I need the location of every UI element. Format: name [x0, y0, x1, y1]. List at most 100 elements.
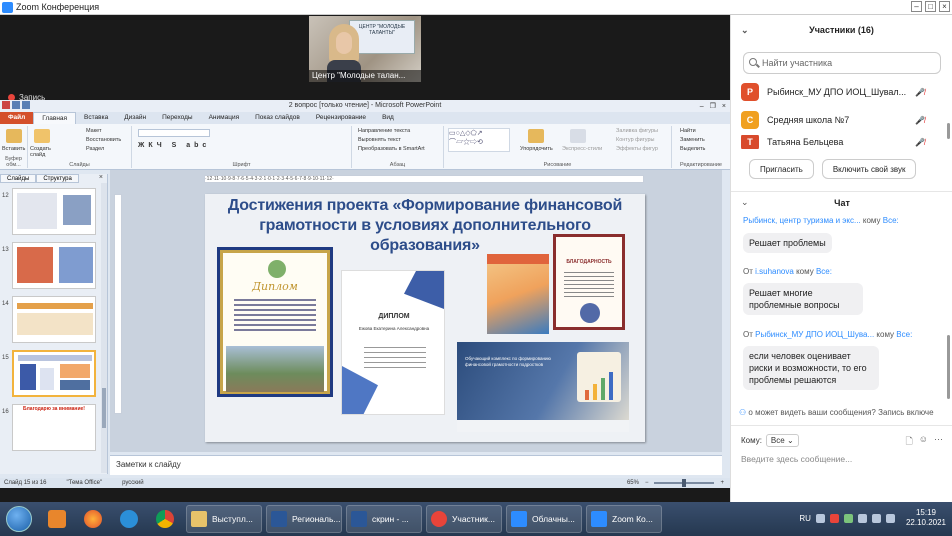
maximize-icon[interactable]: □ — [925, 1, 936, 12]
slides-panel-scrollbar[interactable] — [101, 183, 107, 473]
panel-close-icon[interactable]: × — [99, 174, 103, 181]
file-icon[interactable]: 🗋 — [906, 434, 913, 450]
tab-slides[interactable]: Слайды — [0, 174, 37, 183]
clock[interactable]: 15:19 22.10.2021 — [906, 508, 946, 528]
media-player-icon[interactable] — [42, 505, 72, 533]
ppt-restore-icon[interactable]: ❐ — [710, 101, 716, 113]
chat-scrollbar[interactable] — [947, 335, 950, 399]
tab-file[interactable]: Файл — [0, 112, 34, 124]
minimize-icon[interactable]: – — [911, 1, 922, 12]
shape-effects-button[interactable]: Эффекты фигур — [616, 146, 658, 152]
chevron-down-icon[interactable]: ⌄ — [741, 25, 749, 36]
network-icon[interactable] — [871, 513, 881, 523]
reset-button[interactable]: Восстановить — [86, 137, 121, 143]
chat-sender[interactable]: i.suhanova — [755, 267, 794, 276]
participants-scrollbar[interactable] — [947, 123, 950, 139]
tray-icon[interactable] — [843, 513, 853, 523]
volume-icon[interactable] — [885, 513, 895, 523]
paste-button[interactable]: Вставить — [2, 146, 25, 152]
text-direction-button[interactable]: Направление текста — [358, 128, 410, 134]
tab-insert[interactable]: Вставка — [76, 112, 116, 124]
taskbar-item[interactable]: Облачны... — [506, 505, 582, 533]
tab-design[interactable]: Дизайн — [116, 112, 154, 124]
clock-date: 22.10.2021 — [905, 518, 946, 527]
slide-thumbnail[interactable] — [12, 296, 96, 343]
editing-group-label: Редактирование — [680, 162, 722, 168]
taskbar-item[interactable]: Региональ... — [266, 505, 342, 533]
chat-visibility-note[interactable]: ⚇ о может видеть ваши сообщения? Запись … — [739, 408, 949, 417]
tab-transitions[interactable]: Переходы — [154, 112, 201, 124]
video-tile[interactable]: ЦЕНТР "МОЛОДЫЕ ТАЛАНТЫ" Центр "Молодые т… — [309, 16, 421, 82]
shapes-gallery[interactable]: ▭○△◇⬠↗ ⌒▱☆⇨⟲ — [448, 128, 510, 152]
taskbar-item[interactable]: Участник... — [426, 505, 502, 533]
chat-sender[interactable]: Рыбинск_МУ ДПО ИОЦ_Шува... — [755, 330, 874, 339]
skype-icon[interactable] — [114, 505, 144, 533]
zoom-controls: 65% − + — [627, 479, 724, 487]
chat-sender[interactable]: Рыбинск, центр туризма и экс... — [743, 216, 861, 225]
new-slide-icon[interactable] — [34, 129, 50, 143]
participant-row[interactable]: Т Татьяна Бельцева 🎤̸ — [741, 135, 941, 149]
current-slide[interactable]: Достижения проекта «Формирование финансо… — [205, 194, 645, 442]
undo-icon[interactable] — [22, 101, 30, 109]
tab-animation[interactable]: Анимация — [201, 112, 248, 124]
tab-home[interactable]: Главная — [33, 112, 77, 124]
tab-review[interactable]: Рецензирование — [308, 112, 374, 124]
section-button[interactable]: Раздел — [86, 146, 104, 152]
slide-thumbnail[interactable]: Благодарю за внимание! — [12, 404, 96, 451]
chat-message-input[interactable]: Введите здесь сообщение... — [741, 454, 941, 464]
quick-styles-button[interactable]: Экспресс-стили — [562, 146, 602, 152]
slide-thumbnail[interactable] — [12, 188, 96, 235]
tab-outline[interactable]: Структура — [36, 174, 79, 183]
tab-view[interactable]: Вид — [374, 112, 402, 124]
participant-search-input[interactable]: Найти участника — [743, 52, 941, 74]
quick-access-toolbar — [2, 101, 30, 109]
replace-button[interactable]: Заменить — [680, 137, 705, 143]
firefox-icon[interactable] — [78, 505, 108, 533]
start-button[interactable] — [6, 506, 32, 532]
align-text-button[interactable]: Выровнять текст — [358, 137, 401, 143]
tray-icon[interactable] — [857, 513, 867, 523]
slide-thumbnail-selected[interactable] — [12, 350, 96, 397]
diploma-image-2: ДИПЛОМ Ежова Екатерина Александровна — [341, 270, 445, 415]
zoom-slider[interactable] — [654, 479, 715, 487]
taskbar-item[interactable]: скрин - ... — [346, 505, 422, 533]
tray-icon[interactable] — [815, 513, 825, 523]
save-icon[interactable] — [12, 101, 20, 109]
recipient-select[interactable]: Все ⌄ — [765, 434, 799, 447]
layout-button[interactable]: Макет — [86, 128, 102, 134]
taskbar-item[interactable]: Zoom Ко... — [586, 505, 662, 533]
shape-fill-button[interactable]: Заливка фигуры — [616, 128, 658, 134]
arrange-icon[interactable] — [528, 129, 544, 143]
slide-notes[interactable]: Заметки к слайду — [110, 455, 722, 475]
zoom-in-icon[interactable]: + — [720, 480, 724, 486]
chat-compose: Кому: Все ⌄ 🗋 ☺ ⋯ Введите здесь сообщени… — [731, 425, 952, 502]
quick-styles-icon[interactable] — [570, 129, 586, 143]
select-button[interactable]: Выделить — [680, 146, 705, 152]
close-icon[interactable]: × — [939, 1, 950, 12]
language-indicator[interactable]: RU — [799, 514, 811, 523]
participant-row[interactable]: Р Рыбинск_МУ ДПО ИОЦ_Шувал... 🎤̸ — [741, 81, 941, 103]
slide-thumbnail[interactable] — [12, 242, 96, 289]
invite-button[interactable]: Пригласить — [749, 159, 814, 179]
emoji-icon[interactable]: ☺ — [919, 434, 928, 450]
zoom-out-icon[interactable]: − — [645, 480, 649, 486]
tab-slideshow[interactable]: Показ слайдов — [247, 112, 308, 124]
tray-icon[interactable] — [829, 513, 839, 523]
ppt-close-icon[interactable]: × — [722, 101, 726, 113]
shape-outline-button[interactable]: Контур фигуры — [616, 137, 654, 143]
avatar: Р — [741, 83, 759, 101]
participant-row[interactable]: С Средняя школа №7 🎤̸ — [741, 109, 941, 131]
chrome-icon[interactable] — [150, 505, 180, 533]
create-slide-button[interactable]: Создать слайд — [30, 146, 56, 158]
taskbar-item[interactable]: Выступл... — [186, 505, 262, 533]
smartart-button[interactable]: Преобразовать в SmartArt — [358, 146, 425, 152]
arrange-button[interactable]: Упорядочить — [520, 146, 553, 152]
participant-name: Татьяна Бельцева — [767, 137, 844, 147]
font-name-select[interactable] — [138, 129, 210, 137]
paste-icon[interactable] — [6, 129, 22, 143]
find-button[interactable]: Найти — [680, 128, 696, 134]
font-format-buttons[interactable]: ЖКЧ S abc — [138, 142, 210, 149]
more-icon[interactable]: ⋯ — [934, 434, 943, 450]
ppt-minimize-icon[interactable]: – — [700, 101, 704, 113]
unmute-button[interactable]: Включить свой звук — [821, 159, 917, 179]
